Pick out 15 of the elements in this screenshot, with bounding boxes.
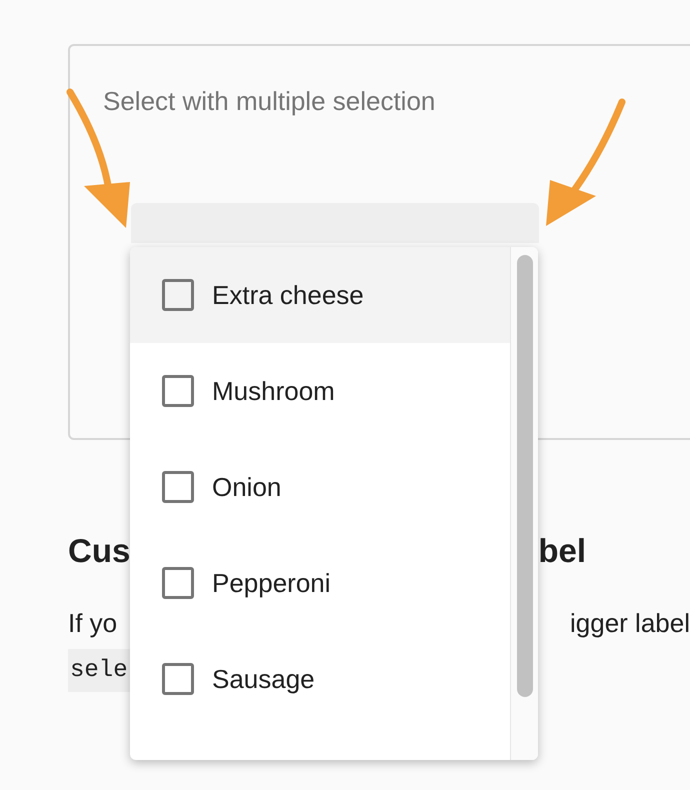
scrollbar-thumb[interactable] bbox=[516, 255, 532, 697]
menu-option[interactable]: Extra cheese bbox=[130, 247, 510, 343]
checkbox[interactable] bbox=[162, 471, 194, 503]
section-heading: Cus bbox=[68, 532, 130, 570]
section-heading: bel bbox=[538, 532, 586, 570]
checkbox[interactable] bbox=[162, 375, 194, 407]
checkbox[interactable] bbox=[162, 279, 194, 311]
paragraph-text: If yo bbox=[68, 608, 118, 639]
arrow-icon bbox=[546, 98, 626, 226]
paragraph-text: igger label bbox=[570, 608, 690, 639]
card-title: Select with multiple selection bbox=[103, 86, 436, 117]
code-snippet: sele bbox=[68, 649, 130, 692]
scrollbar-track[interactable] bbox=[510, 247, 538, 760]
checkbox[interactable] bbox=[162, 663, 194, 695]
checkbox[interactable] bbox=[162, 567, 194, 599]
